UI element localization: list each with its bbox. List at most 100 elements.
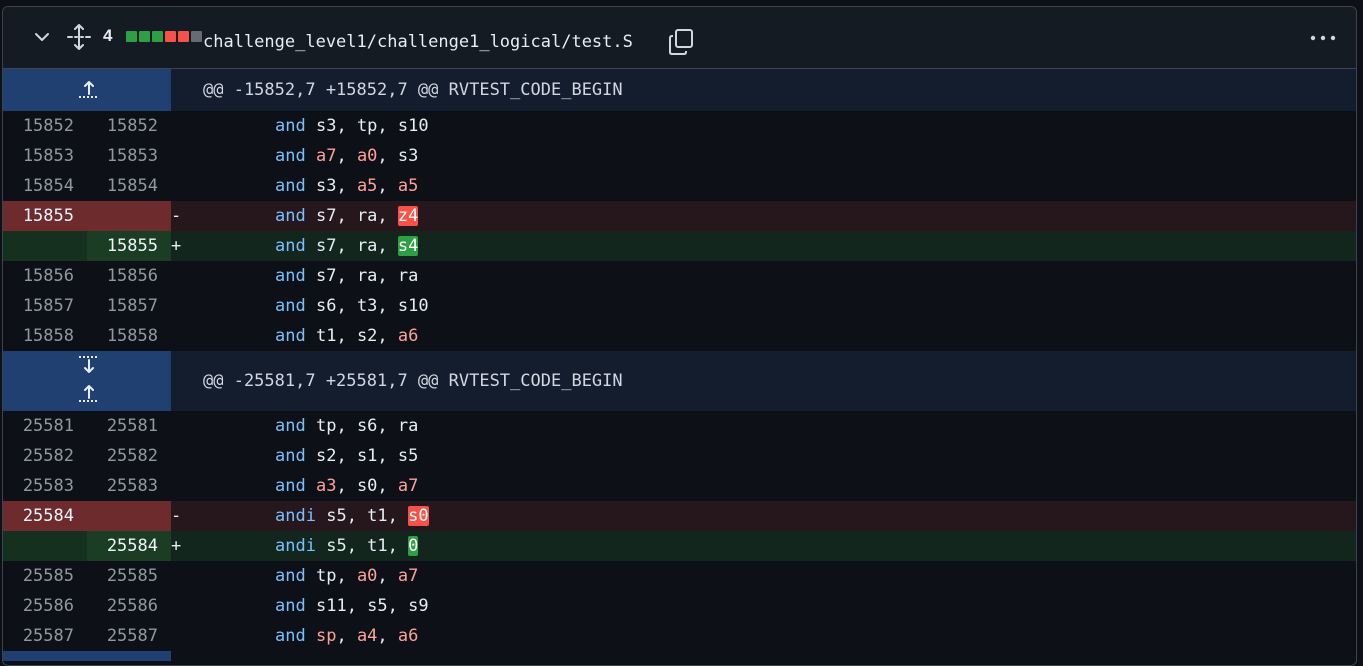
- new-line-number[interactable]: 15854: [87, 171, 171, 201]
- operand: s4: [397, 236, 419, 256]
- code-line: and a7, a0, s3: [171, 141, 1356, 171]
- deleted-line: 25584 - andi s5, t1, s0: [3, 501, 1356, 531]
- old-line-number[interactable]: [3, 231, 87, 261]
- diffstat-square: [178, 31, 189, 42]
- operand-separator: ,: [377, 296, 398, 316]
- old-line-number[interactable]: 25584: [3, 501, 87, 531]
- new-line-number[interactable]: 25585: [87, 561, 171, 591]
- old-line-number[interactable]: 15852: [3, 111, 87, 141]
- chevron-down-icon[interactable]: [33, 28, 51, 46]
- expand-up-icon[interactable]: [76, 383, 102, 403]
- new-line-number[interactable]: 25587: [87, 621, 171, 651]
- code-line: and tp, s6, ra: [171, 411, 1356, 441]
- operand-separator: ,: [336, 146, 357, 166]
- operand: ra: [397, 416, 419, 436]
- new-line-number[interactable]: [87, 201, 171, 231]
- old-line-number[interactable]: 15853: [3, 141, 87, 171]
- old-line-number[interactable]: [3, 531, 87, 561]
- operand-separator: ,: [336, 206, 357, 226]
- new-line-number[interactable]: 25584: [87, 531, 171, 561]
- operand: s1: [356, 446, 378, 466]
- operand-separator: ,: [377, 416, 398, 436]
- old-line-number[interactable]: 25583: [3, 471, 87, 501]
- mnemonic: and: [275, 236, 306, 256]
- new-line-number[interactable]: 15857: [87, 291, 171, 321]
- file-path-link[interactable]: challenge_level1/challenge1_logical/test…: [203, 32, 633, 52]
- code-line: - andi s5, t1, s0: [171, 501, 1356, 531]
- old-line-number[interactable]: 15857: [3, 291, 87, 321]
- operand-separator: ,: [377, 206, 398, 226]
- old-line-number[interactable]: 25587: [3, 621, 87, 651]
- new-line-number[interactable]: 25582: [87, 441, 171, 471]
- new-line-number[interactable]: 15856: [87, 261, 171, 291]
- operand-separator: ,: [336, 416, 357, 436]
- operand: s7: [315, 206, 337, 226]
- operand-separator: ,: [336, 116, 357, 136]
- old-line-number[interactable]: 25585: [3, 561, 87, 591]
- operand: a6: [397, 326, 419, 346]
- operand: s0: [408, 506, 429, 526]
- deleted-line: 15855 - and s7, ra, z4: [3, 201, 1356, 231]
- diff-sign: +: [171, 236, 182, 256]
- code-line: - and s7, ra, z4: [171, 201, 1356, 231]
- new-line-number[interactable]: 15858: [87, 321, 171, 351]
- operand-separator: ,: [336, 446, 357, 466]
- operand-separator: ,: [377, 176, 398, 196]
- operand: tp: [315, 566, 337, 586]
- operand-separator: ,: [377, 626, 398, 646]
- diff-table: @@ -15852,7 +15852,7 @@ RVTEST_CODE_BEGI…: [3, 69, 1356, 661]
- new-line-number[interactable]: 25586: [87, 591, 171, 621]
- old-line-number[interactable]: 25582: [3, 441, 87, 471]
- operand: s3: [397, 146, 419, 166]
- expand-up-icon[interactable]: [76, 79, 102, 99]
- new-line-number[interactable]: 25583: [87, 471, 171, 501]
- old-line-number[interactable]: 15858: [3, 321, 87, 351]
- hunk-expander[interactable]: [3, 69, 171, 111]
- added-line: 15855 + and s7, ra, s4: [3, 231, 1356, 261]
- operand: a0: [356, 146, 378, 166]
- operand: s6: [315, 296, 337, 316]
- operand-separator: ,: [387, 596, 409, 616]
- new-line-number[interactable]: [87, 501, 171, 531]
- hunk-expander[interactable]: [3, 651, 171, 661]
- copy-icon[interactable]: [669, 29, 693, 55]
- unfold-icon[interactable]: [67, 24, 91, 50]
- code-line: and a3, s0, a7: [171, 471, 1356, 501]
- context-line: 25587 25587 and sp, a4, a6: [3, 621, 1356, 651]
- context-line: 15854 15854 and s3, a5, a5: [3, 171, 1356, 201]
- operand: a5: [397, 176, 419, 196]
- mnemonic: and: [275, 416, 306, 436]
- diffstat-square: [139, 31, 150, 42]
- old-line-number[interactable]: 15854: [3, 171, 87, 201]
- operand: a4: [356, 626, 378, 646]
- new-line-number[interactable]: 25581: [87, 411, 171, 441]
- old-line-number[interactable]: 25586: [3, 591, 87, 621]
- operand: a6: [397, 626, 419, 646]
- old-line-number[interactable]: 25581: [3, 411, 87, 441]
- mnemonic: andi: [275, 536, 316, 556]
- operand: s3: [315, 176, 337, 196]
- old-line-number[interactable]: 15856: [3, 261, 87, 291]
- old-line-number[interactable]: 15855: [3, 201, 87, 231]
- operand-separator: ,: [346, 536, 368, 556]
- new-line-number[interactable]: 15855: [87, 231, 171, 261]
- operand-separator: ,: [377, 566, 398, 586]
- mnemonic: and: [275, 566, 306, 586]
- new-line-number[interactable]: 15853: [87, 141, 171, 171]
- operand-separator: ,: [377, 266, 398, 286]
- trailing-expander-row: [3, 651, 1356, 661]
- code-line: and s7, ra, ra: [171, 261, 1356, 291]
- hunk-expander[interactable]: [3, 351, 171, 411]
- kebab-horizontal-icon[interactable]: [1309, 29, 1337, 47]
- operand: tp: [315, 416, 337, 436]
- mnemonic: and: [275, 626, 306, 646]
- operand: s3: [315, 116, 337, 136]
- operand: s10: [397, 116, 429, 136]
- operand-separator: ,: [377, 116, 398, 136]
- operand-separator: ,: [387, 506, 409, 526]
- expand-down-icon[interactable]: [76, 355, 102, 375]
- new-line-number[interactable]: 15852: [87, 111, 171, 141]
- context-line: 15853 15853 and a7, a0, s3: [3, 141, 1356, 171]
- operand: z4: [397, 206, 419, 226]
- operand-separator: ,: [336, 296, 357, 316]
